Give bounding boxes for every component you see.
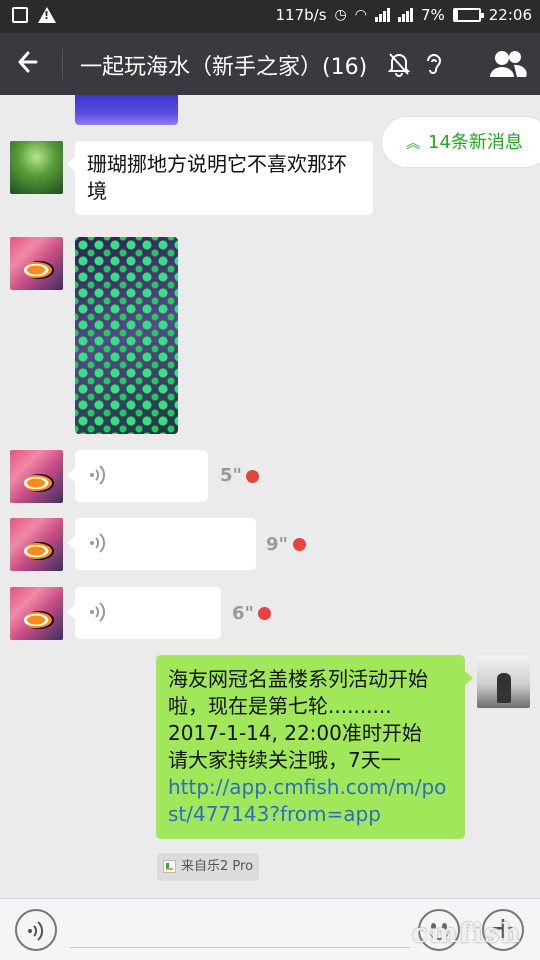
message-text: 海友网冠名盖楼系列活动开始啦，现在是第七轮.......... [168,667,428,718]
notification-icon [12,7,28,23]
avatar[interactable] [10,237,63,290]
signal-icon [374,8,390,22]
unread-dot [258,607,271,620]
sent-text-bubble[interactable]: 海友网冠名盖楼系列活动开始啦，现在是第七轮.......... 2017-1-1… [156,655,473,839]
avatar[interactable] [10,518,63,571]
voice-message[interactable] [67,587,221,639]
alarm-icon: ◷ [334,7,347,23]
voice-wave-icon [89,532,107,559]
avatar[interactable] [10,587,63,640]
group-members-icon[interactable] [488,47,528,81]
image-message-partial[interactable] [75,95,178,125]
message-input[interactable] [70,947,410,948]
header-divider [62,49,63,79]
double-up-arrow-icon: ︽ [406,136,420,152]
message-text: 2017-1-14, 22:00准时开始 [168,721,422,745]
message-link[interactable]: http://app.cmfish.com/m/post/477143?from… [168,774,453,828]
network-speed: 117b/s [275,6,327,24]
chat-messages[interactable]: ︽ 14条新消息 珊瑚挪地方说明它不喜欢那环境 5" 9" 6" 海友网冠名盖楼系… [0,95,540,898]
voice-duration: 9" [266,534,288,555]
chat-header: 一起玩海水（新手之家）(16) [0,33,540,95]
mute-bell-icon [387,51,411,77]
signal-icon-2 [397,8,413,22]
battery-percent: 7% [420,6,445,24]
voice-wave-icon [89,464,107,491]
new-messages-button[interactable]: ︽ 14条新消息 [381,116,540,168]
back-arrow-icon[interactable] [14,47,48,81]
my-avatar[interactable] [477,655,530,708]
voice-message[interactable] [67,518,256,570]
unread-dot [293,538,306,551]
source-app-tag[interactable]: 来自乐2 Pro [157,853,260,881]
app-icon [163,860,176,873]
wifi-icon: ◠ [354,7,367,23]
unread-dot [246,470,259,483]
image-message-coral[interactable] [75,237,178,434]
voice-duration: 5" [220,465,242,486]
voice-input-icon[interactable] [15,909,57,951]
clock: 22:06 [488,6,532,24]
input-bar: + cmfish [0,898,540,960]
earpiece-icon [423,51,445,77]
warning-icon [38,7,56,23]
status-bar: 117b/s ◷ ◠ 7% 22:06 [0,0,540,33]
source-label: 来自乐2 Pro [181,859,254,874]
watermark: cmfish [412,919,522,949]
chat-title: 一起玩海水（新手之家）(16) [80,55,368,80]
avatar[interactable] [10,450,63,503]
message-text: 请大家持续关注哦，7天一 [168,748,401,772]
message-text: 珊瑚挪地方说明它不喜欢那环境 [87,152,347,203]
voice-wave-icon [89,601,107,628]
voice-message[interactable] [67,450,208,502]
received-text-bubble[interactable]: 珊瑚挪地方说明它不喜欢那环境 [67,141,373,215]
battery-icon [452,8,484,22]
new-messages-label: 14条新消息 [428,132,523,153]
voice-duration: 6" [232,603,254,624]
avatar[interactable] [10,141,63,194]
